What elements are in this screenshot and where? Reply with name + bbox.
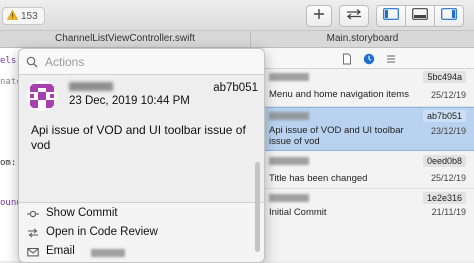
blame-entry[interactable]: 5bc494a Menu and home navigation items 2… — [263, 69, 474, 107]
code-fragment: om: — [0, 158, 17, 168]
commit-hash: 0eed0b8 — [422, 155, 466, 167]
envelope-icon — [27, 246, 39, 258]
swap-button[interactable] — [339, 5, 369, 27]
add-button[interactable] — [306, 5, 332, 27]
open-in-code-review-action[interactable]: Open in Code Review — [19, 224, 264, 242]
commit-date: 23 Dec, 2019 10:44 PM — [69, 95, 190, 107]
commit-icon — [27, 208, 39, 220]
inspector-button[interactable] — [434, 5, 464, 27]
author-avatar — [27, 81, 57, 111]
commit-date: 23/12/19 — [430, 126, 466, 136]
tab-main-storyboard[interactable]: Main.storyboard — [251, 31, 474, 47]
popover-scroll-thumb[interactable] — [255, 162, 260, 252]
inspector-lines-icon[interactable] — [385, 52, 397, 64]
tab-channel-list-view-controller[interactable]: ChannelListViewController.swift — [0, 31, 251, 47]
code-review-icon — [27, 227, 39, 239]
standard-editor-button[interactable] — [376, 5, 406, 27]
commit-hash[interactable]: ab7b051 — [213, 82, 258, 94]
commit-date: 25/12/19 — [430, 90, 466, 100]
redacted-author-name — [69, 82, 113, 91]
history-clock-icon[interactable] — [363, 52, 375, 65]
action-label: Email — [46, 245, 75, 257]
commit-popover: 23 Dec, 2019 10:44 PM ab7b051 Api issue … — [18, 48, 265, 263]
commit-message: Api issue of VOD and UI toolbar issue of… — [31, 123, 246, 152]
add-icon — [313, 7, 325, 25]
redacted-author — [269, 112, 309, 120]
warning-count: 153 — [21, 10, 38, 22]
commit-hash: 1e2e316 — [422, 192, 466, 204]
actions-search-bar — [19, 49, 264, 75]
editor-standard-icon — [383, 7, 399, 25]
warning-triangle-icon — [6, 9, 19, 23]
blame-entry[interactable]: 1e2e316 Initial Commit 21/11/19 — [263, 190, 474, 226]
commit-hash: 5bc494a — [423, 71, 466, 83]
bottom-panel-button[interactable] — [405, 5, 435, 27]
commit-date: 21/11/19 — [431, 207, 466, 217]
popover-scrollbar[interactable] — [255, 77, 261, 259]
inspector-panel-icon — [441, 7, 457, 25]
blame-pane-header — [263, 48, 474, 69]
window-toolbar: 153 — [0, 0, 474, 31]
commit-message: Menu and home navigation items — [269, 89, 409, 100]
redacted-author — [269, 157, 309, 165]
warnings-badge[interactable]: 153 — [2, 7, 45, 25]
commit-message: Api issue of VOD and UI toolbar issue of… — [269, 125, 404, 147]
swap-arrows-icon — [345, 7, 363, 25]
file-icon[interactable] — [341, 52, 353, 65]
editor-bottom-panel-icon — [412, 7, 428, 25]
actions-search-input[interactable] — [43, 53, 257, 71]
redacted-author — [269, 194, 309, 202]
action-label: Open in Code Review — [46, 226, 158, 238]
action-label: Show Commit — [46, 207, 118, 219]
blame-pane: 5bc494a Menu and home navigation items 2… — [262, 48, 474, 261]
show-commit-action[interactable]: Show Commit — [19, 205, 264, 223]
commit-hash: ab7b051 — [422, 110, 466, 122]
commit-date: 25/12/19 — [430, 173, 466, 183]
redacted-author — [269, 73, 309, 81]
commit-message: Initial Commit — [269, 207, 327, 218]
email-action[interactable]: Email — [19, 243, 264, 261]
editor-tab-bar: ChannelListViewController.swift Main.sto… — [0, 31, 474, 48]
commit-details: 23 Dec, 2019 10:44 PM ab7b051 Api issue … — [19, 75, 264, 203]
blame-entry[interactable]: 0eed0b8 Title has been changed 25/12/19 — [263, 153, 474, 189]
blame-entry-selected[interactable]: ab7b051 Api issue of VOD and UI toolbar … — [263, 107, 474, 151]
search-icon — [26, 55, 38, 73]
commit-message: Title has been changed — [269, 173, 368, 184]
redacted-email — [91, 249, 125, 257]
